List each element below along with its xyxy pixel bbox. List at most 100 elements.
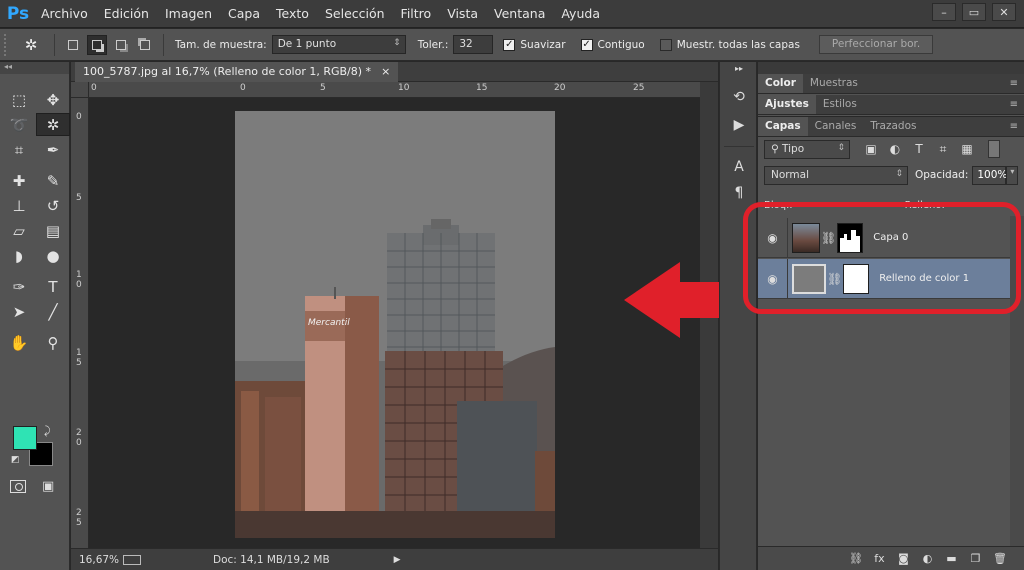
filter-adjustment-icon[interactable]: ◐: [886, 141, 904, 157]
antialias-checkbox[interactable]: ✓: [503, 38, 516, 51]
sample-size-select[interactable]: De 1 punto ⇕: [271, 35, 406, 54]
vertical-ruler[interactable]: 0 5 1 0 1 5 2 0 2 5: [71, 98, 89, 548]
history-brush-tool-icon[interactable]: ↺: [36, 194, 70, 217]
tab-trazados[interactable]: Trazados: [863, 117, 923, 136]
filter-shape-icon[interactable]: ⌗: [934, 141, 952, 157]
move-tool-icon[interactable]: ✥: [36, 88, 70, 111]
menu-archivo[interactable]: Archivo: [33, 6, 96, 21]
menu-edicion[interactable]: Edición: [96, 6, 157, 21]
healing-brush-tool-icon[interactable]: ✚: [2, 169, 36, 192]
horizontal-ruler[interactable]: 0 0 5 10 15 20 25: [89, 82, 700, 98]
tab-color[interactable]: Color: [758, 74, 803, 93]
document-tab[interactable]: 100_5787.jpg al 16,7% (Relleno de color …: [75, 62, 399, 82]
panels-header: [758, 62, 1024, 74]
document-image[interactable]: Mercantil: [235, 111, 555, 538]
minimize-button[interactable]: –: [932, 3, 956, 21]
actions-play-icon[interactable]: ▶: [727, 114, 751, 136]
filter-type-icon[interactable]: T: [910, 141, 928, 157]
tab-ajustes[interactable]: Ajustes: [758, 95, 816, 114]
opacity-input[interactable]: 100%: [972, 165, 1007, 185]
tab-canales[interactable]: Canales: [808, 117, 864, 136]
close-tab-icon[interactable]: ×: [381, 65, 390, 79]
intersect-selection-button[interactable]: [135, 35, 155, 55]
filter-pixel-icon[interactable]: ▣: [862, 141, 880, 157]
blend-mode-select[interactable]: Normal ⇕: [764, 165, 908, 185]
new-adjustment-icon[interactable]: ◐: [921, 552, 934, 565]
default-colors-icon[interactable]: ◩: [11, 455, 20, 465]
quick-mask-icon[interactable]: [10, 480, 26, 493]
dodge-tool-icon[interactable]: ●: [36, 244, 70, 267]
swap-colors-icon[interactable]: ⤸: [44, 424, 51, 438]
character-icon[interactable]: A: [727, 156, 751, 178]
blur-tool-icon[interactable]: ◗: [2, 244, 36, 267]
expand-panels-icon[interactable]: ▸▸: [727, 62, 751, 74]
marquee-tool-icon[interactable]: ⬚: [2, 88, 36, 111]
ruler-label: 5: [76, 193, 82, 203]
tab-estilos[interactable]: Estilos: [816, 95, 864, 114]
eraser-tool-icon[interactable]: ▱: [2, 219, 36, 242]
panel-menu-icon[interactable]: ≡: [1004, 117, 1024, 136]
magic-wand-tool-icon[interactable]: ✲: [36, 113, 70, 136]
share-icon[interactable]: [123, 554, 141, 565]
lasso-tool-icon[interactable]: ➰: [2, 113, 36, 136]
tab-capas[interactable]: Capas: [758, 117, 808, 136]
menu-imagen[interactable]: Imagen: [157, 6, 220, 21]
options-grip[interactable]: [4, 33, 14, 56]
add-selection-button[interactable]: [87, 34, 107, 55]
close-window-button[interactable]: ✕: [992, 3, 1016, 21]
refine-edge-button[interactable]: Perfeccionar bor.: [818, 35, 934, 54]
menu-ayuda[interactable]: Ayuda: [553, 6, 608, 21]
new-group-folder-icon[interactable]: ▬: [945, 552, 958, 565]
hand-tool-icon[interactable]: ✋: [2, 331, 36, 354]
filter-smart-object-icon[interactable]: ▦: [958, 141, 976, 157]
path-selection-tool-icon[interactable]: ➤: [2, 300, 36, 323]
clone-stamp-tool-icon[interactable]: ⊥: [2, 194, 36, 217]
opacity-dropdown-icon[interactable]: ▾: [1006, 165, 1019, 185]
menu-seleccion[interactable]: Selección: [317, 6, 393, 21]
ruler-label: 1 0: [76, 270, 82, 290]
magic-wand-icon[interactable]: ✲: [14, 34, 48, 56]
layer-filter-select[interactable]: ⚲ Tipo ⇕: [764, 139, 850, 159]
ruler-label: 0: [91, 83, 97, 93]
menu-ventana[interactable]: Ventana: [486, 6, 553, 21]
chevron-updown-icon: ⇕: [837, 142, 845, 153]
layer-style-fx-icon[interactable]: fx: [873, 552, 886, 565]
sample-all-layers-checkbox[interactable]: [659, 38, 672, 51]
subtract-selection-button[interactable]: [111, 35, 131, 55]
pen-tool-icon[interactable]: ✑: [2, 275, 36, 298]
history-icon[interactable]: ⟲: [727, 86, 751, 108]
line-tool-icon[interactable]: ╱: [36, 300, 70, 323]
tab-muestras[interactable]: Muestras: [803, 74, 865, 93]
paragraph-icon[interactable]: ¶: [727, 182, 751, 204]
link-layers-icon[interactable]: ⛓: [849, 552, 863, 565]
foreground-color-swatch[interactable]: [13, 426, 37, 450]
menu-vista[interactable]: Vista: [439, 6, 486, 21]
panel-menu-icon[interactable]: ≡: [1004, 95, 1024, 114]
screen-mode-icon[interactable]: ▣: [42, 479, 54, 494]
add-mask-icon[interactable]: ◙: [897, 552, 910, 565]
restore-button[interactable]: ▭: [962, 3, 986, 21]
contiguous-checkbox[interactable]: ✓: [580, 38, 593, 51]
ruler-origin[interactable]: [71, 82, 89, 98]
new-layer-icon[interactable]: ❐: [969, 552, 982, 565]
crop-tool-icon[interactable]: ⌗: [2, 138, 36, 161]
blend-row: Normal ⇕ Opacidad: 100% ▾: [758, 164, 1024, 186]
gradient-tool-icon[interactable]: ▤: [36, 219, 70, 242]
tolerance-input[interactable]: 32: [453, 35, 494, 54]
delete-layer-trash-icon[interactable]: 🗑: [993, 552, 1007, 565]
tools-collapse-icon[interactable]: ◂◂: [0, 62, 69, 74]
new-selection-button[interactable]: [63, 35, 83, 55]
brush-tool-icon[interactable]: ✎: [36, 169, 70, 192]
menu-texto[interactable]: Texto: [268, 6, 317, 21]
zoom-field[interactable]: 16,67%: [79, 554, 119, 566]
zoom-tool-icon[interactable]: ⚲: [36, 331, 70, 354]
tolerance-label: Toler.:: [417, 38, 449, 51]
filter-toggle[interactable]: [988, 140, 1000, 158]
panel-menu-icon[interactable]: ≡: [1004, 74, 1024, 93]
menu-filtro[interactable]: Filtro: [393, 6, 440, 21]
eyedropper-tool-icon[interactable]: ✒: [36, 138, 70, 161]
canvas-area[interactable]: Mercantil: [89, 98, 700, 548]
status-menu-arrow-icon[interactable]: ▶: [394, 555, 401, 565]
menu-capa[interactable]: Capa: [220, 6, 268, 21]
type-tool-icon[interactable]: T: [36, 275, 70, 298]
